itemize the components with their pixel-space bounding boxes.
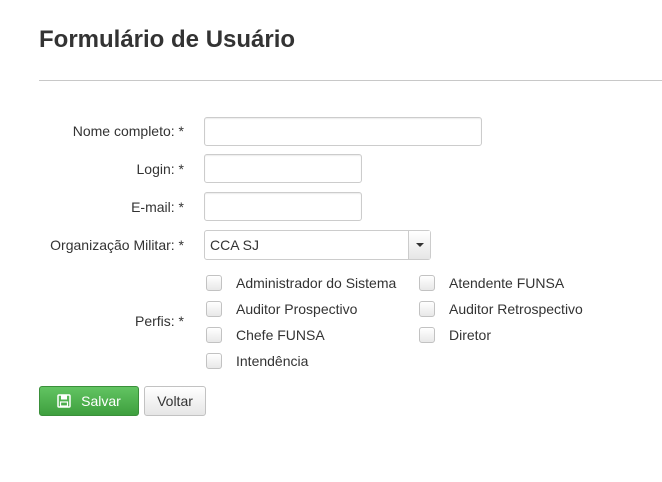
checkbox[interactable] <box>419 301 435 317</box>
perfil-label: Chefe FUNSA <box>236 327 325 343</box>
nome-completo-label: Nome completo: * <box>72 123 184 139</box>
checkbox[interactable] <box>419 327 435 343</box>
perfil-atendente-funsa[interactable]: Atendente FUNSA <box>419 273 564 293</box>
organizacao-militar-select[interactable]: CCA SJ <box>204 230 431 260</box>
perfil-label: Atendente FUNSA <box>449 275 565 291</box>
save-button[interactable]: Salvar <box>39 386 139 416</box>
checkbox[interactable] <box>206 301 222 317</box>
checkbox[interactable] <box>206 327 222 343</box>
floppy-disk-icon <box>57 394 71 408</box>
perfil-diretor[interactable]: Diretor <box>419 325 491 345</box>
title-divider <box>39 80 662 81</box>
perfil-label: Diretor <box>449 327 492 343</box>
perfil-administrador-do-sistema[interactable]: Administrador do Sistema <box>206 273 396 293</box>
checkbox[interactable] <box>206 353 222 369</box>
organizacao-militar-value: CCA SJ <box>210 237 260 253</box>
back-button-label: Voltar <box>157 393 193 409</box>
perfil-label: Auditor Retrospectivo <box>449 301 583 317</box>
organizacao-militar-label: Organização Militar: * <box>50 237 184 253</box>
page-title: Formulário de Usuário <box>39 26 296 53</box>
checkbox[interactable] <box>206 275 222 291</box>
nome-completo-field[interactable] <box>204 117 482 146</box>
save-button-label: Salvar <box>81 393 121 409</box>
email-label: E-mail: * <box>131 199 184 215</box>
dropdown-toggle[interactable] <box>408 231 430 259</box>
login-field[interactable] <box>204 154 362 183</box>
perfil-label: Administrador do Sistema <box>236 275 397 291</box>
perfil-intendencia[interactable]: Intendência <box>206 351 308 371</box>
email-field[interactable] <box>204 192 362 221</box>
perfil-chefe-funsa[interactable]: Chefe FUNSA <box>206 325 325 345</box>
perfil-label: Auditor Prospectivo <box>236 301 358 317</box>
perfis-label: Perfis: * <box>134 313 184 329</box>
caret-down-icon <box>415 243 424 247</box>
checkbox[interactable] <box>419 275 435 291</box>
perfil-auditor-retrospectivo[interactable]: Auditor Retrospectivo <box>419 299 583 319</box>
back-button[interactable]: Voltar <box>144 386 206 416</box>
perfil-label: Intendência <box>236 353 309 369</box>
perfil-auditor-prospectivo[interactable]: Auditor Prospectivo <box>206 299 357 319</box>
login-label: Login: * <box>136 161 184 177</box>
